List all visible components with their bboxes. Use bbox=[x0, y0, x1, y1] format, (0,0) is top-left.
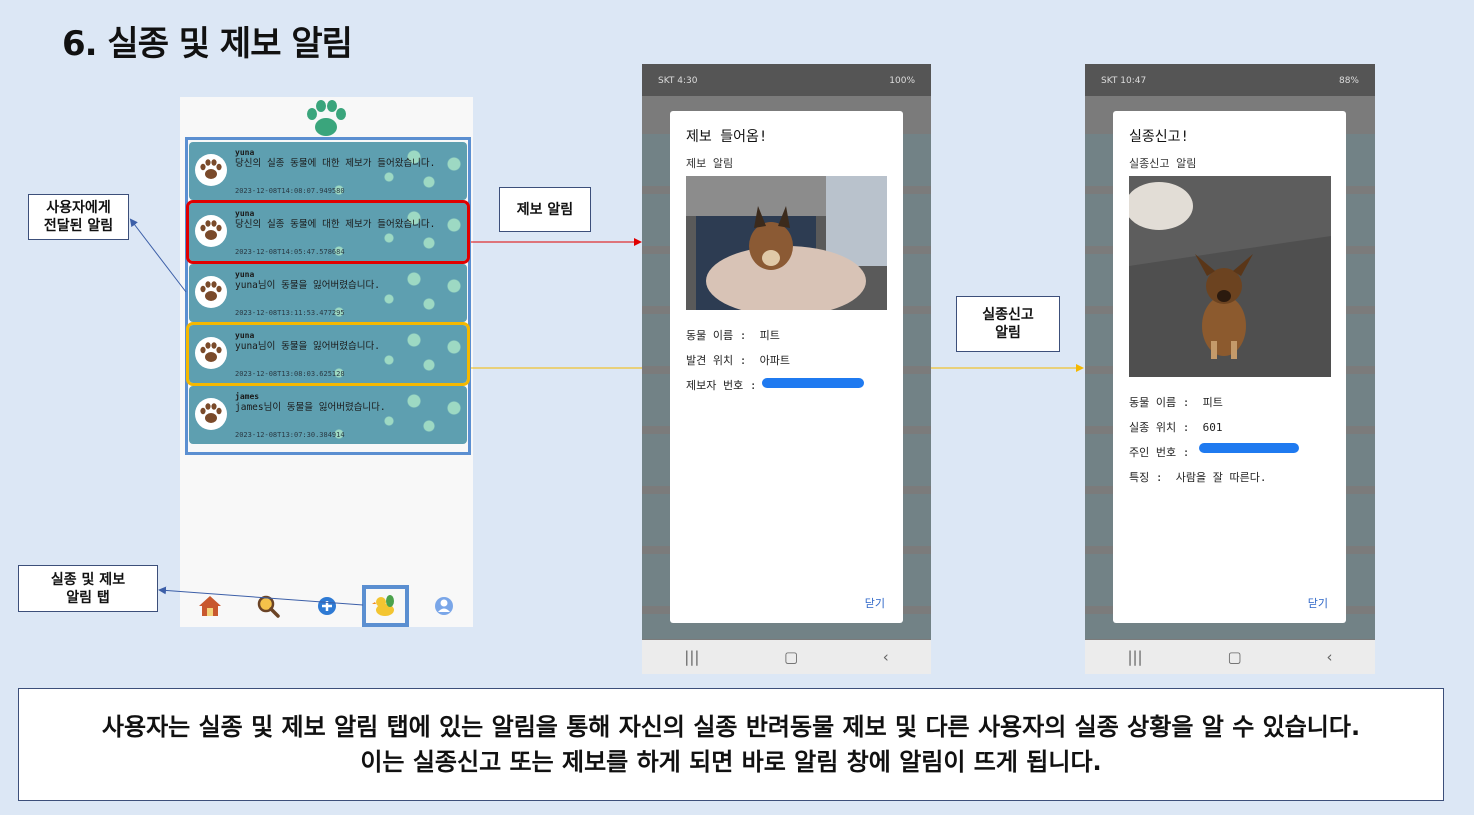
callout-user-alert: 사용자에게 전달된 알림 bbox=[28, 194, 129, 240]
field-label: 주인 번호 : bbox=[1129, 446, 1190, 459]
back-icon[interactable]: ‹ bbox=[1327, 648, 1333, 666]
field-animal-name: 동물 이름 : 피트 bbox=[1129, 394, 1223, 410]
callout-missing-alert-label: 실종신고 알림 bbox=[982, 307, 1034, 341]
notification-item-highlighted-missing[interactable]: yuna yuna님이 동물을 잃어버렸습니다. 2023-12-08T13:0… bbox=[186, 322, 470, 386]
dialog-subtitle: 실종신고 알림 bbox=[1129, 157, 1197, 170]
callout-tip-alert: 제보 알림 bbox=[499, 187, 591, 232]
notification-list: yuna 당신의 실종 동물에 대한 제보가 들어왔습니다. 2023-12-0… bbox=[185, 137, 471, 455]
dog-photo bbox=[686, 176, 887, 310]
dialog-title: 제보 들어옴! bbox=[686, 129, 768, 145]
close-button[interactable]: 닫기 bbox=[865, 595, 885, 611]
paw-avatar-icon bbox=[195, 215, 227, 247]
caption-line-2: 이는 실종신고 또는 제보를 하게 되면 바로 알림 창에 알림이 뜨게 됩니다… bbox=[360, 747, 1102, 776]
status-carrier-time: SKT 10:47 bbox=[1101, 76, 1147, 86]
status-bar: SKT 10:47 88% bbox=[1085, 64, 1375, 96]
notification-message: james님이 동물을 잃어버렸습니다. bbox=[235, 402, 386, 413]
home-circle-icon[interactable]: ▢ bbox=[784, 648, 798, 666]
alert-tab-highlight[interactable] bbox=[362, 585, 409, 627]
notification-user: yuna bbox=[235, 148, 255, 157]
field-missing-location: 실종 위치 : 601 bbox=[1129, 419, 1222, 435]
notification-message: 당신의 실종 동물에 대한 제보가 들어왔습니다. bbox=[235, 219, 436, 230]
notification-item[interactable]: yuna 당신의 실종 동물에 대한 제보가 들어왔습니다. 2023-12-0… bbox=[189, 142, 467, 200]
home-icon[interactable] bbox=[197, 593, 223, 619]
notification-item[interactable]: james james님이 동물을 잃어버렸습니다. 2023-12-08T13… bbox=[189, 386, 467, 444]
paw-avatar-icon bbox=[195, 337, 227, 369]
notification-user: yuna bbox=[235, 331, 255, 340]
field-features: 특징 : 사람을 잘 따른다. bbox=[1129, 469, 1266, 485]
bottom-nav bbox=[180, 585, 473, 627]
notification-time: 2023-12-08T13:07:30.384914 bbox=[235, 431, 345, 439]
paw-logo-icon bbox=[307, 100, 346, 136]
field-label: 특징 : bbox=[1129, 471, 1163, 484]
callout-alert-tab: 실종 및 제보 알림 탭 bbox=[18, 565, 158, 612]
status-carrier-time: SKT 4:30 bbox=[658, 76, 698, 86]
android-nav-bar: ||| ▢ ‹ bbox=[1085, 640, 1375, 674]
notification-message: yuna님이 동물을 잃어버렸습니다. bbox=[235, 341, 380, 352]
dog-photo bbox=[1129, 176, 1331, 377]
field-value: 아파트 bbox=[759, 354, 790, 367]
missing-dialog: 실종신고! 실종신고 알림 동물 이름 : 피트 실종 위치 : 601 주인 … bbox=[1113, 111, 1346, 623]
field-label: 동물 이름 : bbox=[1129, 396, 1190, 409]
android-nav-bar: ||| ▢ ‹ bbox=[642, 640, 931, 674]
field-label: 제보자 번호 : bbox=[686, 379, 757, 392]
field-found-location: 발견 위치 : 아파트 bbox=[686, 352, 790, 368]
notification-time: 2023-12-08T13:11:53.477295 bbox=[235, 309, 345, 317]
caption-box: 사용자는 실종 및 제보 알림 탭에 있는 알림을 통해 자신의 실종 반려동물… bbox=[18, 688, 1444, 801]
paw-avatar-icon bbox=[195, 276, 227, 308]
notification-time: 2023-12-08T14:05:47.578684 bbox=[235, 248, 345, 256]
field-value: 피트 bbox=[759, 329, 780, 342]
callout-alert-tab-label: 실종 및 제보 알림 탭 bbox=[50, 571, 126, 606]
home-circle-icon[interactable]: ▢ bbox=[1227, 648, 1241, 666]
callout-user-alert-label: 사용자에게 전달된 알림 bbox=[43, 200, 114, 234]
notification-time: 2023-12-08T14:08:07.949580 bbox=[235, 187, 345, 195]
dialog-subtitle: 제보 알림 bbox=[686, 157, 734, 170]
tip-alert-screen: SKT 4:30 100% 제보 들어옴! 제보 알림 동물 이름 : 피트 발… bbox=[642, 64, 931, 674]
notification-item[interactable]: yuna yuna님이 동물을 잃어버렸습니다. 2023-12-08T13:1… bbox=[189, 264, 467, 322]
tip-dialog: 제보 들어옴! 제보 알림 동물 이름 : 피트 발견 위치 : 아파트 제보자… bbox=[670, 111, 903, 623]
notification-message: 당신의 실종 동물에 대한 제보가 들어왔습니다. bbox=[235, 158, 436, 169]
field-label: 실종 위치 : bbox=[1129, 421, 1190, 434]
field-value: 사람을 잘 따른다. bbox=[1175, 471, 1267, 484]
field-animal-name: 동물 이름 : 피트 bbox=[686, 327, 780, 343]
page-title: 6. 실종 및 제보 알림 bbox=[62, 24, 353, 64]
redacted-phone bbox=[1199, 443, 1299, 453]
battery-level: 100% bbox=[889, 76, 915, 86]
recents-icon[interactable]: ||| bbox=[1127, 648, 1142, 666]
callout-missing-alert: 실종신고 알림 bbox=[956, 296, 1060, 352]
caption-line-1: 사용자는 실종 및 제보 알림 탭에 있는 알림을 통해 자신의 실종 반려동물… bbox=[101, 712, 1361, 741]
close-button[interactable]: 닫기 bbox=[1308, 595, 1328, 611]
notification-screen: yuna 당신의 실종 동물에 대한 제보가 들어왔습니다. 2023-12-0… bbox=[180, 97, 473, 627]
field-label: 동물 이름 : bbox=[686, 329, 747, 342]
paw-avatar-icon bbox=[195, 154, 227, 186]
status-bar: SKT 4:30 100% bbox=[642, 64, 931, 96]
callout-tip-alert-label: 제보 알림 bbox=[516, 201, 574, 218]
add-icon[interactable] bbox=[314, 593, 340, 619]
duck-alert-icon bbox=[372, 595, 394, 616]
battery-level: 88% bbox=[1338, 76, 1359, 86]
recents-icon[interactable]: ||| bbox=[684, 648, 699, 666]
field-label: 발견 위치 : bbox=[686, 354, 747, 367]
missing-alert-screen: SKT 10:47 88% 실종신고! 실종신고 알림 동물 이름 : 피트 실… bbox=[1085, 64, 1375, 674]
field-owner-number: 주인 번호 : bbox=[1129, 444, 1189, 460]
notification-time: 2023-12-08T13:08:03.625128 bbox=[235, 370, 345, 378]
back-icon[interactable]: ‹ bbox=[883, 648, 889, 666]
notification-user: james bbox=[235, 392, 260, 401]
dialog-title: 실종신고! bbox=[1129, 129, 1189, 145]
field-value: 601 bbox=[1202, 421, 1223, 434]
redacted-phone bbox=[762, 378, 864, 388]
profile-icon[interactable] bbox=[431, 593, 457, 619]
notification-user: yuna bbox=[235, 209, 255, 218]
field-value: 피트 bbox=[1202, 396, 1223, 409]
notification-user: yuna bbox=[235, 270, 255, 279]
notification-item-highlighted-tip[interactable]: yuna 당신의 실종 동물에 대한 제보가 들어왔습니다. 2023-12-0… bbox=[186, 200, 470, 264]
notification-message: yuna님이 동물을 잃어버렸습니다. bbox=[235, 280, 380, 291]
field-reporter-number: 제보자 번호 : bbox=[686, 377, 756, 393]
search-icon[interactable] bbox=[255, 593, 281, 619]
paw-avatar-icon bbox=[195, 398, 227, 430]
